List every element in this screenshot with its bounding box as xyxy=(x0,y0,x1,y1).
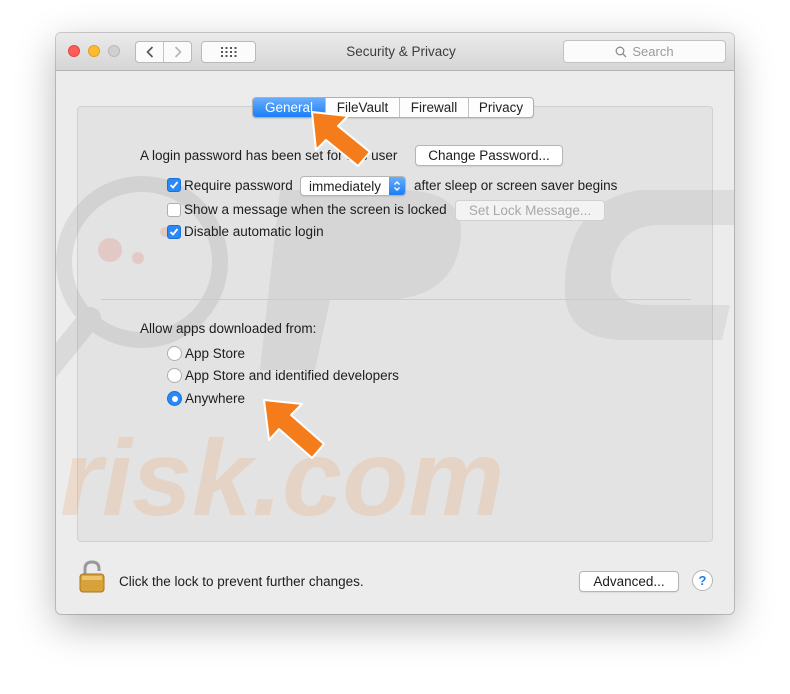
checkmark-icon xyxy=(169,228,179,236)
window-title: Security & Privacy xyxy=(346,44,456,59)
radio-app-store[interactable] xyxy=(167,346,182,361)
set-lock-message-button[interactable]: Set Lock Message... xyxy=(455,200,605,221)
lock-icon[interactable] xyxy=(77,560,109,594)
select-arrows-icon xyxy=(389,177,405,195)
show-all-button[interactable] xyxy=(201,41,256,63)
search-icon xyxy=(615,46,627,57)
back-forward-buttons xyxy=(135,41,192,63)
advanced-button[interactable]: Advanced... xyxy=(579,571,679,592)
after-sleep-text: after sleep or screen saver begins xyxy=(414,178,618,193)
radio-app-store-label: App Store xyxy=(185,346,246,361)
tab-firewall[interactable]: Firewall xyxy=(399,98,468,117)
chevron-right-icon xyxy=(174,46,182,58)
chevron-left-icon xyxy=(145,46,153,58)
title-bar: Security & Privacy Search xyxy=(56,33,734,71)
tab-bar: General FileVault Firewall Privacy xyxy=(252,97,534,118)
annotation-arrow-tabs xyxy=(311,111,371,167)
close-window-button[interactable] xyxy=(68,45,80,57)
zoom-window-button[interactable] xyxy=(108,45,120,57)
search-field[interactable]: Search xyxy=(563,40,726,63)
disable-auto-login-label: Disable automatic login xyxy=(184,224,324,239)
section-divider xyxy=(101,299,691,300)
tab-privacy[interactable]: Privacy xyxy=(468,98,533,117)
search-placeholder: Search xyxy=(632,44,674,59)
show-message-label: Show a message when the screen is locked xyxy=(184,202,447,217)
minimize-window-button[interactable] xyxy=(88,45,100,57)
grid-icon xyxy=(220,47,236,57)
checkmark-icon xyxy=(169,181,179,189)
radio-anywhere[interactable] xyxy=(167,391,182,406)
show-message-checkbox[interactable] xyxy=(167,203,181,217)
require-password-label: Require password xyxy=(184,178,293,193)
require-password-checkbox[interactable] xyxy=(167,178,181,192)
forward-button[interactable] xyxy=(163,42,191,62)
radio-anywhere-label: Anywhere xyxy=(185,391,246,406)
back-button[interactable] xyxy=(136,42,163,62)
allow-apps-heading: Allow apps downloaded from: xyxy=(140,321,317,336)
help-button[interactable]: ? xyxy=(692,570,713,591)
disable-auto-login-checkbox[interactable] xyxy=(167,225,181,239)
change-password-button[interactable]: Change Password... xyxy=(415,145,563,166)
require-password-delay-select[interactable]: immediately xyxy=(300,176,406,196)
require-password-delay-value: immediately xyxy=(309,178,382,194)
radio-app-store-identified[interactable] xyxy=(167,368,182,383)
radio-app-store-identified-label: App Store and identified developers xyxy=(185,368,399,383)
annotation-arrow-anywhere xyxy=(263,399,325,459)
lock-text: Click the lock to prevent further change… xyxy=(119,574,364,589)
security-privacy-window: Security & Privacy Search risk.com Gener… xyxy=(56,33,734,614)
